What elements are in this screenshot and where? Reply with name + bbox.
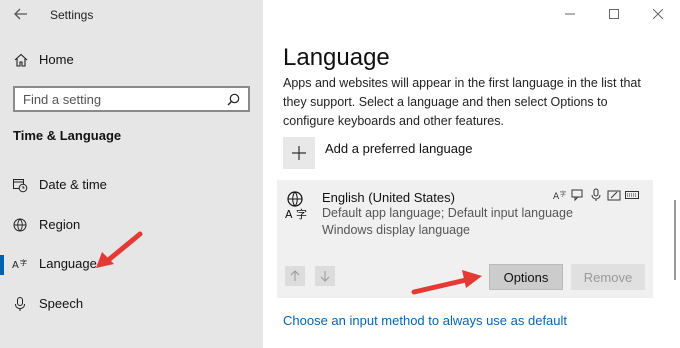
display-language-icon: A字 [553, 188, 567, 202]
calendar-clock-icon [13, 179, 28, 193]
sidebar-item-speech[interactable]: Speech [0, 286, 263, 322]
description-text: Apps and websites will appear in the fir… [283, 76, 641, 128]
language-detail-2: Windows display language [322, 223, 471, 237]
add-language-button[interactable]: Add a preferred language [283, 137, 472, 173]
keyboard-icon [625, 188, 639, 202]
minimize-button[interactable] [548, 0, 592, 28]
options-button[interactable]: Options [489, 264, 563, 290]
svg-text:字: 字 [296, 207, 307, 220]
language-icon: A字 [12, 258, 27, 271]
sidebar: Settings Home Time & Language Date & tim… [0, 0, 263, 348]
arrow-down-icon [320, 271, 330, 282]
main-panel: Language Apps and websites will appear i… [263, 0, 680, 348]
sidebar-item-region[interactable]: Region [0, 207, 263, 243]
microphone-icon [15, 297, 25, 311]
active-indicator [0, 255, 4, 275]
maximize-button[interactable] [592, 0, 636, 28]
add-language-label: Add a preferred language [325, 141, 473, 156]
sidebar-item-label: Language [39, 256, 97, 271]
title-bar: Settings [0, 0, 263, 30]
svg-text:A: A [553, 192, 560, 202]
speech-bubble-icon [571, 188, 585, 202]
sidebar-item-language[interactable]: A字 Language [0, 246, 263, 282]
move-up-button[interactable] [285, 266, 305, 286]
svg-text:A: A [12, 260, 19, 271]
home-label: Home [39, 52, 74, 67]
language-features: A字 [553, 188, 639, 202]
svg-text:字: 字 [20, 258, 27, 267]
close-button[interactable] [636, 0, 680, 28]
window-controls [548, 0, 680, 28]
plus-icon [283, 137, 315, 169]
back-arrow-icon [14, 8, 27, 20]
language-name: English (United States) [322, 190, 455, 205]
microphone-feature-icon [589, 188, 603, 202]
input-method-link[interactable]: Choose an input method to always use as … [283, 313, 567, 328]
minimize-icon [565, 13, 575, 15]
search-input[interactable] [15, 88, 215, 110]
svg-text:A: A [285, 208, 293, 220]
svg-text:字: 字 [560, 190, 566, 198]
section-title: Time & Language [13, 128, 122, 143]
remove-button[interactable]: Remove [571, 264, 645, 290]
arrow-up-icon [290, 270, 300, 281]
home-icon [14, 53, 28, 67]
language-glyph-icon: A字 [285, 191, 307, 220]
search-icon[interactable] [227, 93, 240, 106]
sidebar-item-date-time[interactable]: Date & time [0, 167, 263, 203]
sidebar-item-label: Date & time [39, 177, 107, 192]
maximize-icon [609, 9, 619, 19]
sidebar-item-label: Region [39, 217, 81, 232]
language-item[interactable]: A字 English (United States) Default app l… [277, 180, 653, 298]
page-title: Language [283, 44, 390, 71]
scrollbar[interactable] [674, 200, 676, 280]
language-detail-1: Default app language; Default input lang… [322, 206, 573, 220]
move-down-button[interactable] [315, 266, 335, 286]
close-icon [653, 9, 663, 19]
home-nav-item[interactable]: Home [0, 46, 263, 74]
search-box[interactable] [13, 86, 250, 112]
sidebar-item-label: Speech [39, 296, 84, 311]
back-button[interactable] [10, 4, 32, 24]
app-title: Settings [50, 8, 94, 22]
handwriting-icon [607, 188, 621, 202]
globe-pin-icon [13, 218, 27, 232]
